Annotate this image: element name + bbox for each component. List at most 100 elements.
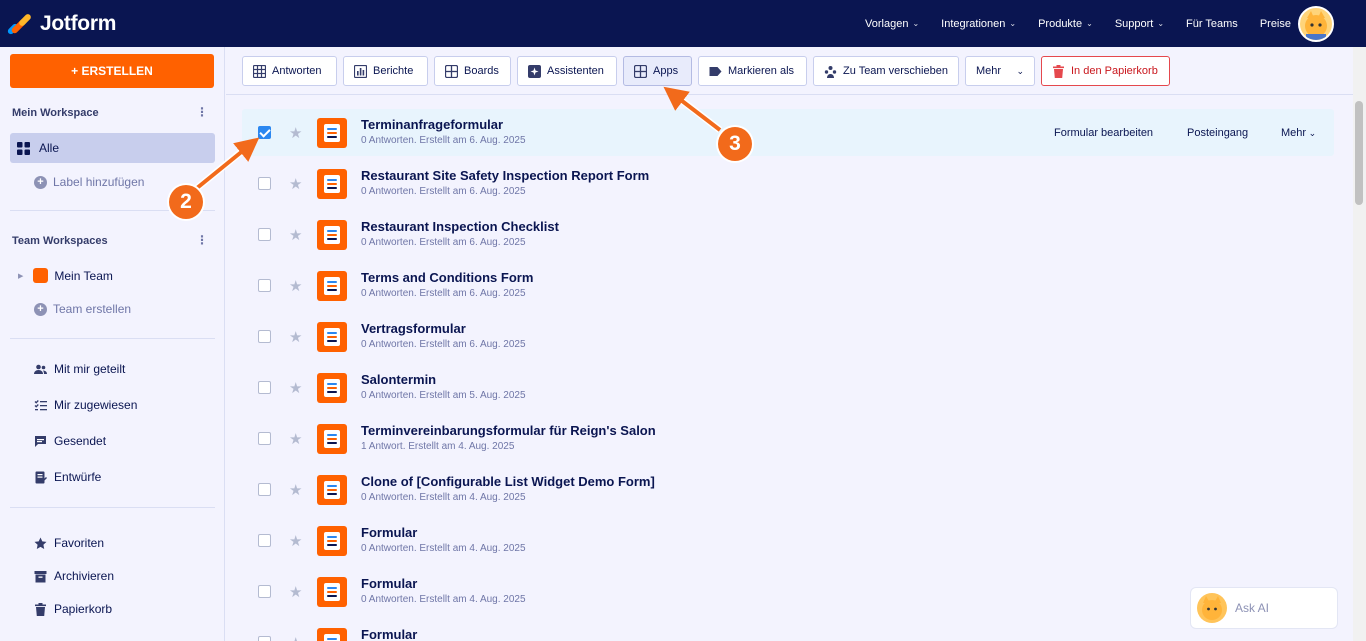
form-icon — [317, 525, 347, 556]
form-title[interactable]: Restaurant Site Safety Inspection Report… — [361, 168, 649, 183]
add-label-text: Label hinzufügen — [53, 175, 145, 189]
form-meta: 0 Antworten. Erstellt am 6. Aug. 2025 — [361, 186, 526, 197]
edit-form-link-label: Formular bearbeiten — [1054, 126, 1154, 139]
row-checkbox[interactable] — [258, 432, 271, 445]
sidebar-item-drafts[interactable]: Entwürfe — [34, 470, 101, 484]
favorite-star-icon[interactable]: ★ — [289, 124, 302, 142]
favorite-star-icon[interactable]: ★ — [289, 430, 302, 448]
nav-link-4[interactable]: Für Teams — [1175, 18, 1249, 30]
form-title[interactable]: Terms and Conditions Form — [361, 270, 533, 285]
nav-link-label: Integrationen — [941, 17, 1006, 30]
nav-link-label: Preise — [1259, 17, 1291, 30]
team-workspaces-kebab-icon[interactable]: ⋮ — [196, 233, 208, 247]
jotform-logo[interactable]: Jotform — [6, 12, 116, 36]
nav-link-5[interactable]: Preise — [1249, 18, 1302, 30]
more-dropdown-button[interactable]: Mehr ⌄ — [965, 56, 1035, 86]
row-checkbox[interactable] — [258, 330, 271, 343]
form-title[interactable]: Terminvereinbarungsformular für Reign's … — [361, 423, 656, 438]
favorite-star-icon[interactable]: ★ — [289, 532, 302, 550]
favorite-star-icon[interactable]: ★ — [289, 175, 302, 193]
form-title[interactable]: Clone of [Configurable List Widget Demo … — [361, 474, 655, 489]
form-row[interactable]: ★ Formular 0 Antworten. Erstellt am 4. Aug… — [242, 568, 1334, 615]
form-icon — [317, 168, 347, 199]
form-row[interactable]: ★ Formular — [242, 619, 1334, 641]
form-title[interactable]: Formular — [361, 576, 526, 591]
form-row[interactable]: ★ Salontermin 0 Antworten. Erstellt am 5. … — [242, 364, 1334, 411]
user-avatar[interactable] — [1298, 6, 1334, 42]
boards-button[interactable]: Boards — [434, 56, 511, 86]
form-row[interactable]: ★ Terminvereinbarungsformular für Reign's… — [242, 415, 1334, 462]
favorite-star-icon[interactable]: ★ — [289, 277, 302, 295]
create-team-link[interactable]: + Team erstellen — [34, 302, 131, 316]
message-icon — [35, 435, 46, 447]
form-title[interactable]: Formular — [361, 627, 417, 641]
move-to-team-button[interactable]: Zu Team verschieben — [813, 56, 959, 86]
my-workspace-kebab-icon[interactable]: ⋮ — [196, 105, 208, 119]
mark-as-button[interactable]: Markieren als — [698, 56, 807, 86]
form-text: Clone of [Configurable List Widget Demo … — [361, 474, 655, 503]
form-title[interactable]: Formular — [361, 525, 526, 540]
ai-assistant-avatar — [1197, 593, 1227, 623]
nav-link-1[interactable]: Integrationen ⌄ — [930, 18, 1027, 30]
favorite-star-icon[interactable]: ★ — [289, 583, 302, 601]
row-checkbox[interactable] — [258, 381, 271, 394]
ask-ai-button[interactable]: Ask AI — [1190, 587, 1338, 629]
favorite-star-icon[interactable]: ★ — [289, 226, 302, 244]
sidebar-item-archive[interactable]: Archivieren — [34, 569, 114, 583]
sidebar-item-shared-with-me[interactable]: Mit mir geteilt — [34, 362, 125, 376]
create-team-text: Team erstellen — [53, 302, 132, 316]
row-checkbox[interactable] — [258, 585, 271, 598]
row-checkbox[interactable] — [258, 126, 271, 139]
mark-as-label: Markieren als — [728, 65, 795, 77]
form-row[interactable]: ★ Clone of [Configurable List Widget Demo… — [242, 466, 1334, 513]
favorite-star-icon[interactable]: ★ — [289, 328, 302, 346]
chevron-down-icon: ⌄ — [1157, 19, 1165, 28]
form-row[interactable]: ★ Terms and Conditions Form 0 Antworten. E… — [242, 262, 1334, 309]
row-checkbox[interactable] — [258, 279, 271, 292]
move-to-trash-label: In den Papierkorb — [1071, 65, 1158, 77]
form-title[interactable]: Terminanfrageformular — [361, 117, 526, 132]
trash-icon — [35, 602, 46, 616]
row-checkbox[interactable] — [258, 534, 271, 547]
row-checkbox[interactable] — [258, 483, 271, 496]
assistants-button[interactable]: Assistenten — [517, 56, 617, 86]
row-checkbox[interactable] — [258, 177, 271, 190]
form-title[interactable]: Salontermin — [361, 372, 526, 387]
form-title[interactable]: Restaurant Inspection Checklist — [361, 219, 559, 234]
caret-right-icon[interactable]: ▶ — [18, 272, 23, 280]
form-title[interactable]: Vertragsformular — [361, 321, 526, 336]
sidebar-item-sent[interactable]: Gesendet — [34, 434, 106, 448]
responses-button[interactable]: Antworten — [242, 56, 337, 86]
row-more-link[interactable]: Mehr ⌄ — [1281, 127, 1316, 139]
trash-red-icon — [1053, 64, 1064, 78]
move-to-trash-button[interactable]: In den Papierkorb — [1041, 56, 1170, 86]
edit-form-link[interactable]: Formular bearbeiten — [1054, 127, 1153, 139]
form-row[interactable]: ★ Formular 0 Antworten. Erstellt am 4. Aug… — [242, 517, 1334, 564]
sidebar-item-assigned-to-me[interactable]: Mir zugewiesen — [34, 398, 137, 412]
reports-button[interactable]: Berichte — [343, 56, 428, 86]
form-row[interactable]: ★ Terminanfrageformular 0 Antworten. Erste… — [242, 109, 1334, 156]
more-label: Mehr — [976, 65, 1002, 77]
nav-link-0[interactable]: Vorlagen ⌄ — [854, 18, 930, 30]
apps-label: Apps — [653, 65, 679, 77]
inbox-link[interactable]: Posteingang — [1187, 127, 1248, 139]
create-button[interactable]: + ERSTELLEN — [10, 54, 214, 88]
row-checkbox[interactable] — [258, 228, 271, 241]
nav-link-2[interactable]: Produkte ⌄ — [1027, 18, 1104, 30]
form-row[interactable]: ★ Vertragsformular 0 Antworten. Erstellt a… — [242, 313, 1334, 360]
favorite-star-icon[interactable]: ★ — [289, 481, 302, 499]
page-scrollbar[interactable] — [1353, 47, 1366, 641]
favorite-star-icon[interactable]: ★ — [289, 634, 302, 641]
sidebar-item-favorites[interactable]: Favoriten — [34, 536, 104, 550]
apps-button[interactable]: Apps — [623, 56, 692, 86]
sidebar-item-trash[interactable]: Papierkorb — [34, 602, 112, 616]
sidebar-item-all[interactable]: Alle — [10, 133, 215, 163]
sidebar-item-my-team[interactable]: ▶ Mein Team — [18, 268, 113, 283]
form-row[interactable]: ★ Restaurant Site Safety Inspection Repor… — [242, 160, 1334, 207]
scrollbar-thumb[interactable] — [1355, 101, 1363, 205]
favorite-star-icon[interactable]: ★ — [289, 379, 302, 397]
form-row[interactable]: ★ Restaurant Inspection Checklist 0 Antwor… — [242, 211, 1334, 258]
add-label-link[interactable]: + Label hinzufügen — [34, 175, 144, 189]
row-checkbox[interactable] — [258, 636, 271, 641]
nav-link-3[interactable]: Support ⌄ — [1104, 18, 1175, 30]
